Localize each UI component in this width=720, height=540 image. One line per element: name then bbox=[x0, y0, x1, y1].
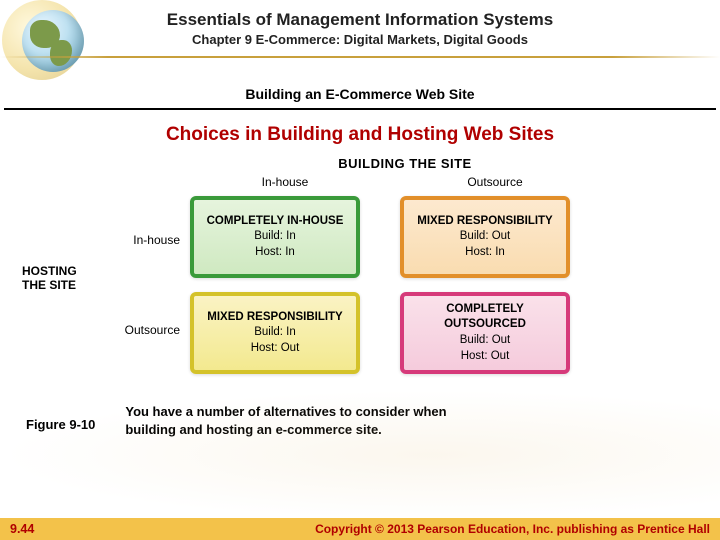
col-header-inhouse: In-house bbox=[200, 175, 370, 189]
chapter-title: Chapter 9 E-Commerce: Digital Markets, D… bbox=[0, 32, 720, 47]
matrix-top-axis-label: BUILDING THE SITE bbox=[170, 156, 640, 171]
matrix: BUILDING THE SITE In-house Outsource HOS… bbox=[80, 156, 640, 375]
cell-line: Host: In bbox=[404, 245, 566, 261]
slide-title: Choices in Building and Hosting Web Site… bbox=[0, 124, 720, 146]
cell-line: Build: Out bbox=[404, 229, 566, 245]
cell-title: COMPLETELY OUTSOURCED bbox=[404, 302, 566, 333]
header-divider bbox=[0, 56, 720, 58]
globe-graphic bbox=[8, 4, 98, 74]
col-header-outsource: Outsource bbox=[410, 175, 580, 189]
row-header-inhouse: In-house bbox=[80, 220, 190, 260]
cell-line: Host: In bbox=[194, 245, 356, 261]
copyright-text: Copyright © 2013 Pearson Education, Inc.… bbox=[315, 522, 710, 536]
cell-mixed-build-out: MIXED RESPONSIBILITY Build: Out Host: In bbox=[400, 196, 570, 278]
cell-title: MIXED RESPONSIBILITY bbox=[404, 214, 566, 230]
cell-line: Build: Out bbox=[404, 333, 566, 349]
cell-line: Build: In bbox=[194, 229, 356, 245]
cell-line: Host: Out bbox=[194, 341, 356, 357]
row-header-outsource: Outsource bbox=[80, 310, 190, 350]
cell-line: Host: Out bbox=[404, 349, 566, 365]
cell-title: MIXED RESPONSIBILITY bbox=[194, 310, 356, 326]
cell-line: Build: In bbox=[194, 325, 356, 341]
cell-title: COMPLETELY IN-HOUSE bbox=[194, 214, 356, 230]
cell-completely-inhouse: COMPLETELY IN-HOUSE Build: In Host: In bbox=[190, 196, 360, 278]
cell-completely-outsourced: COMPLETELY OUTSOURCED Build: Out Host: O… bbox=[400, 292, 570, 374]
book-title: Essentials of Management Information Sys… bbox=[0, 10, 720, 30]
figure-number: Figure 9-10 bbox=[26, 417, 95, 432]
figure-caption: You have a number of alternatives to con… bbox=[125, 403, 485, 438]
slide-header: Essentials of Management Information Sys… bbox=[0, 0, 720, 82]
matrix-left-axis-label: HOSTING THE SITE bbox=[22, 264, 102, 293]
footer-bar: 9.44 Copyright © 2013 Pearson Education,… bbox=[0, 518, 720, 540]
page-number: 9.44 bbox=[10, 522, 34, 536]
section-title: Building an E-Commerce Web Site bbox=[4, 82, 716, 110]
cell-mixed-host-out: MIXED RESPONSIBILITY Build: In Host: Out bbox=[190, 292, 360, 374]
